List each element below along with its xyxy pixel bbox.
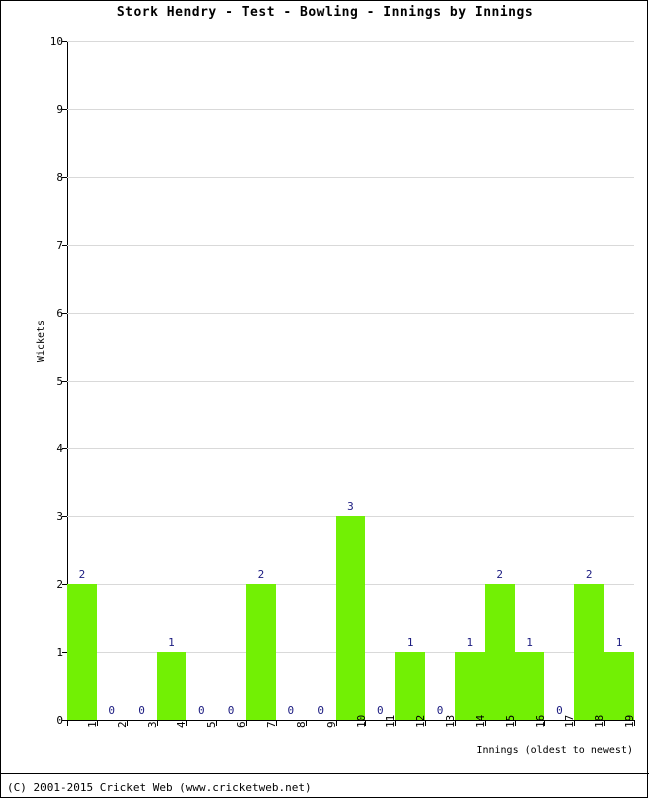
- bar-slot[interactable]: 1: [454, 41, 485, 720]
- bar-slot[interactable]: 0: [216, 41, 246, 720]
- bar-slot[interactable]: 1: [604, 41, 634, 720]
- y-axis-tick-label: 3: [56, 510, 63, 524]
- y-axis-tick-label: 10: [49, 35, 63, 48]
- x-axis-tick: [126, 721, 128, 726]
- x-axis-tick: [156, 721, 158, 726]
- x-axis-tick: [454, 721, 456, 726]
- footer-divider: [1, 773, 649, 774]
- y-axis-tick-label: 9: [56, 102, 63, 116]
- bar-slot[interactable]: 2: [574, 41, 605, 720]
- x-axis-tick: [186, 721, 188, 726]
- chart-title: Stork Hendry - Test - Bowling - Innings …: [116, 5, 534, 20]
- x-axis-tick: [634, 721, 635, 726]
- bar[interactable]: [574, 584, 605, 720]
- bar-value-label: 0: [227, 704, 235, 717]
- bar-slot[interactable]: 2: [484, 41, 515, 720]
- x-axis-tick: [574, 721, 576, 726]
- bar-value-label: 1: [526, 636, 533, 650]
- bar[interactable]: [67, 584, 97, 720]
- y-axis-tick-label: 7: [56, 238, 63, 252]
- plot-area: 2001002003010121021: [62, 41, 634, 721]
- bar-value-label: 1: [466, 636, 474, 650]
- x-axis-tick: [484, 721, 486, 726]
- bar-value-label: 1: [615, 636, 623, 650]
- bar-slot[interactable]: 0: [306, 41, 336, 720]
- bar-slot[interactable]: 3: [335, 41, 366, 720]
- x-axis-tick: [96, 721, 98, 726]
- bar[interactable]: [156, 652, 187, 720]
- x-axis-tick: [365, 721, 367, 726]
- bar-slot[interactable]: 0: [127, 41, 157, 720]
- bar[interactable]: [395, 652, 426, 720]
- bar-value-label: 1: [406, 636, 414, 650]
- bar[interactable]: [454, 652, 485, 720]
- bar-slot[interactable]: 1: [514, 41, 545, 720]
- bar-value-label: 2: [585, 568, 593, 582]
- y-axis-tick-label: 0: [56, 714, 63, 727]
- bar-value-label: 0: [108, 704, 116, 717]
- bar[interactable]: [514, 652, 545, 720]
- y-axis-tick-label: 2: [56, 578, 63, 592]
- bar-value-label: 2: [78, 568, 86, 582]
- bar[interactable]: [484, 584, 515, 720]
- x-axis-tick: [275, 721, 277, 726]
- bar-value-label: 2: [496, 568, 503, 582]
- bar-value-label: 0: [138, 704, 145, 717]
- x-axis-tick: [305, 721, 307, 726]
- y-axis-tick-label: 4: [56, 442, 63, 456]
- bar-value-label: 0: [197, 704, 205, 717]
- bar-value-label: 1: [168, 636, 175, 650]
- bar-slot[interactable]: 2: [67, 41, 97, 720]
- footer-copyright: (C) 2001-2015 Cricket Web (www.cricketwe…: [7, 781, 312, 794]
- x-axis-tick: [514, 721, 516, 726]
- bar-slot[interactable]: 0: [97, 41, 127, 720]
- bar-value-label: 0: [287, 704, 295, 717]
- bar[interactable]: [246, 584, 276, 720]
- bar-slot[interactable]: 0: [544, 41, 574, 720]
- x-axis-tick: [216, 721, 218, 726]
- bar-slot[interactable]: 0: [365, 41, 395, 720]
- x-axis-tick: [67, 721, 68, 726]
- bar-slot[interactable]: 1: [156, 41, 187, 720]
- bar-slot[interactable]: 2: [246, 41, 276, 720]
- x-axis-tick: [395, 721, 397, 726]
- x-axis-title: Innings (oldest to newest): [476, 745, 633, 756]
- bar[interactable]: [604, 652, 634, 720]
- x-axis-tick: [544, 721, 546, 726]
- bar-value-label: 3: [347, 500, 354, 514]
- y-axis-tick-label: 1: [56, 646, 63, 660]
- x-axis-tick: [335, 721, 337, 726]
- chart-frame: Stork Hendry - Test - Bowling - Innings …: [0, 0, 649, 798]
- y-axis-title: Wickets: [36, 319, 47, 363]
- bar[interactable]: [335, 516, 366, 720]
- x-axis-tick: [246, 721, 248, 726]
- bar-slot[interactable]: 0: [425, 41, 455, 720]
- x-axis-tick: [604, 721, 606, 726]
- bar-slot[interactable]: 0: [276, 41, 306, 720]
- bar-value-label: 0: [317, 704, 324, 717]
- bar-value-label: 2: [257, 568, 265, 582]
- x-axis-tick: [425, 721, 427, 726]
- y-axis-tick-label: 8: [56, 170, 63, 184]
- bar-slot[interactable]: 0: [186, 41, 216, 720]
- bar-slot[interactable]: 1: [395, 41, 426, 720]
